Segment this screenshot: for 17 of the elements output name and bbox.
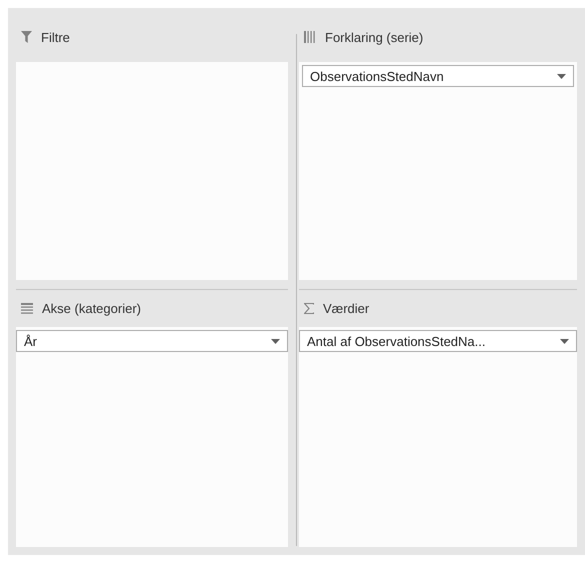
rows-icon <box>21 303 33 314</box>
drop-area[interactable]: ObservationsStedNavn <box>299 62 577 280</box>
field-dropdown[interactable]: ObservationsStedNavn <box>302 65 574 87</box>
area-label: Værdier <box>323 301 370 316</box>
field-dropdown[interactable]: Antal af ObservationsStedNa... <box>299 330 577 352</box>
caret-icon <box>560 338 569 344</box>
caret-icon <box>271 338 280 344</box>
sigma-icon <box>304 303 314 314</box>
field-dropdown[interactable]: År <box>16 330 288 352</box>
caret-icon <box>557 74 566 78</box>
area-label: Forklaring (serie) <box>325 30 424 44</box>
area-label: Filtre <box>41 30 70 44</box>
filter-icon <box>21 31 32 43</box>
drop-area[interactable]: År <box>16 327 288 547</box>
area-label: Akse (kategorier) <box>42 301 141 316</box>
drop-area[interactable]: Antal af ObservationsStedNa... <box>299 327 577 547</box>
columns-icon <box>304 31 316 43</box>
